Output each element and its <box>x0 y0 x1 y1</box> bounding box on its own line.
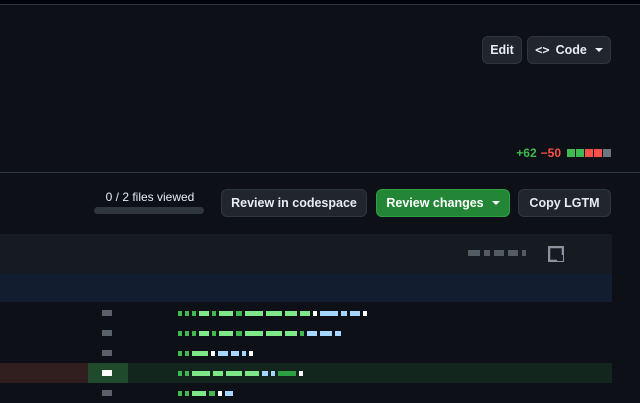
chevron-down-icon <box>594 48 603 52</box>
file-path-obscured <box>468 250 526 256</box>
diff-line-content <box>178 390 233 396</box>
diff-line-content <box>178 310 367 316</box>
copy-lgtm-button[interactable]: Copy LGTM <box>518 189 611 217</box>
diff-line <box>0 383 612 403</box>
copy-lgtm-label: Copy LGTM <box>529 196 600 210</box>
review-changes-button[interactable]: Review changes <box>376 189 510 217</box>
file-view-icon[interactable] <box>548 246 564 262</box>
review-changes-label: Review changes <box>386 196 484 210</box>
code-label: Code <box>555 43 587 57</box>
diff-line-added <box>0 363 612 383</box>
diff-line <box>0 323 612 343</box>
files-viewed-label: 0 / 2 files viewed <box>105 190 195 204</box>
diff-line <box>0 303 612 323</box>
diffstat-block <box>603 149 611 157</box>
code-icon: <> <box>535 43 550 57</box>
code-button[interactable]: <> Code <box>527 36 611 64</box>
diffstat-blocks <box>567 149 611 157</box>
diff-line-content <box>178 370 303 376</box>
diff-line <box>0 343 612 363</box>
diff-line-content <box>178 350 253 356</box>
deletions-count: −50 <box>540 146 561 160</box>
diff-line-content <box>178 330 341 336</box>
file-header <box>0 234 612 274</box>
edit-label: Edit <box>490 43 514 57</box>
deleted-side <box>0 363 88 383</box>
review-in-codespace-button[interactable]: Review in codespace <box>221 189 367 217</box>
diffstat-block <box>594 149 602 157</box>
line-number <box>88 343 128 363</box>
line-number <box>88 323 128 343</box>
top-border <box>0 0 640 5</box>
chevron-down-icon <box>491 201 500 205</box>
edit-button[interactable]: Edit <box>482 36 522 64</box>
review-in-codespace-label: Review in codespace <box>231 196 357 210</box>
diff-stats: +62 −50 <box>516 146 611 160</box>
additions-count: +62 <box>516 146 537 160</box>
files-viewed-progress <box>94 207 204 214</box>
line-number <box>88 303 128 323</box>
diffstat-block <box>585 149 593 157</box>
diffstat-block <box>567 149 575 157</box>
diff-hunk-header <box>0 274 612 302</box>
section-divider <box>0 172 640 173</box>
diffstat-block <box>576 149 584 157</box>
line-number <box>88 383 128 403</box>
line-number <box>88 363 128 383</box>
